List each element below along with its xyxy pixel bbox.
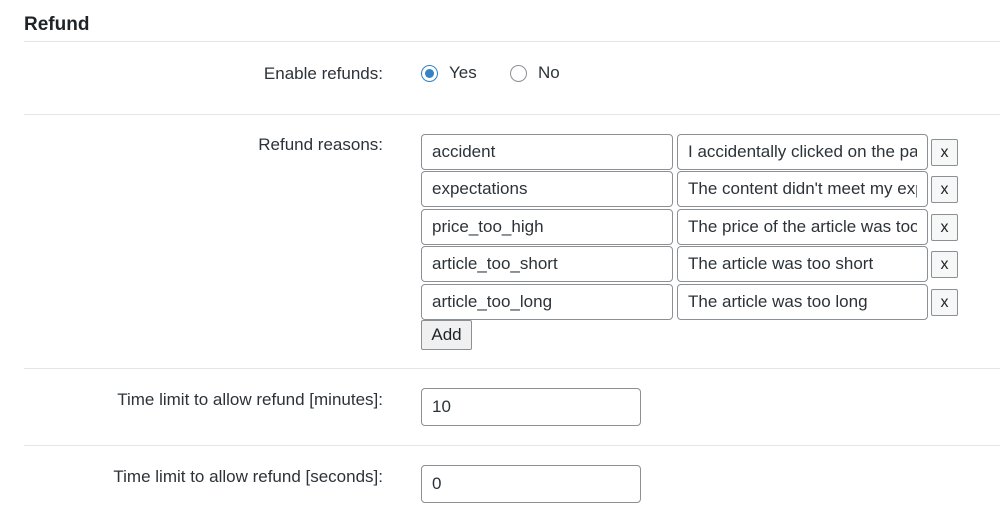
refund-reason-key-input[interactable]: [421, 284, 673, 320]
refund-reason-text-input[interactable]: [677, 171, 928, 207]
add-reason-button[interactable]: Add: [421, 320, 472, 350]
section-title: Refund: [24, 14, 90, 35]
remove-reason-button[interactable]: x: [931, 289, 958, 316]
radio-no-label: No: [538, 63, 560, 82]
refund-settings-page: Refund Enable refunds: Yes No Refund rea…: [0, 0, 1000, 520]
enable-refunds-label: Enable refunds:: [263, 64, 383, 83]
time-limit-minutes-input[interactable]: [421, 388, 641, 426]
refund-reason-key-input[interactable]: [421, 209, 673, 245]
radio-yes-label: Yes: [449, 63, 477, 82]
enable-refunds-yes-radio[interactable]: Yes: [421, 63, 477, 83]
remove-reason-button[interactable]: x: [931, 214, 958, 241]
refund-reason-key-input[interactable]: [421, 134, 673, 170]
refund-reason-text-input[interactable]: [677, 209, 928, 245]
divider: [24, 114, 1000, 115]
radio-unchecked-icon: [510, 64, 527, 82]
remove-reason-button[interactable]: x: [931, 139, 958, 166]
divider: [24, 445, 1000, 446]
remove-reason-button[interactable]: x: [931, 251, 958, 278]
time-limit-seconds-label: Time limit to allow refund [seconds]:: [113, 467, 383, 486]
radio-checked-icon: [421, 64, 438, 82]
refund-reason-key-input[interactable]: [421, 246, 673, 282]
enable-refunds-no-radio[interactable]: No: [510, 63, 560, 83]
divider: [24, 41, 1000, 42]
refund-reason-text-input[interactable]: [677, 284, 928, 320]
refund-reason-text-input[interactable]: [677, 134, 928, 170]
remove-reason-button[interactable]: x: [931, 176, 958, 203]
time-limit-seconds-input[interactable]: [421, 465, 641, 503]
time-limit-minutes-label: Time limit to allow refund [minutes]:: [117, 390, 383, 409]
refund-reasons-label: Refund reasons:: [258, 135, 383, 154]
refund-reason-text-input[interactable]: [677, 246, 928, 282]
divider: [24, 368, 1000, 369]
refund-reason-key-input[interactable]: [421, 171, 673, 207]
